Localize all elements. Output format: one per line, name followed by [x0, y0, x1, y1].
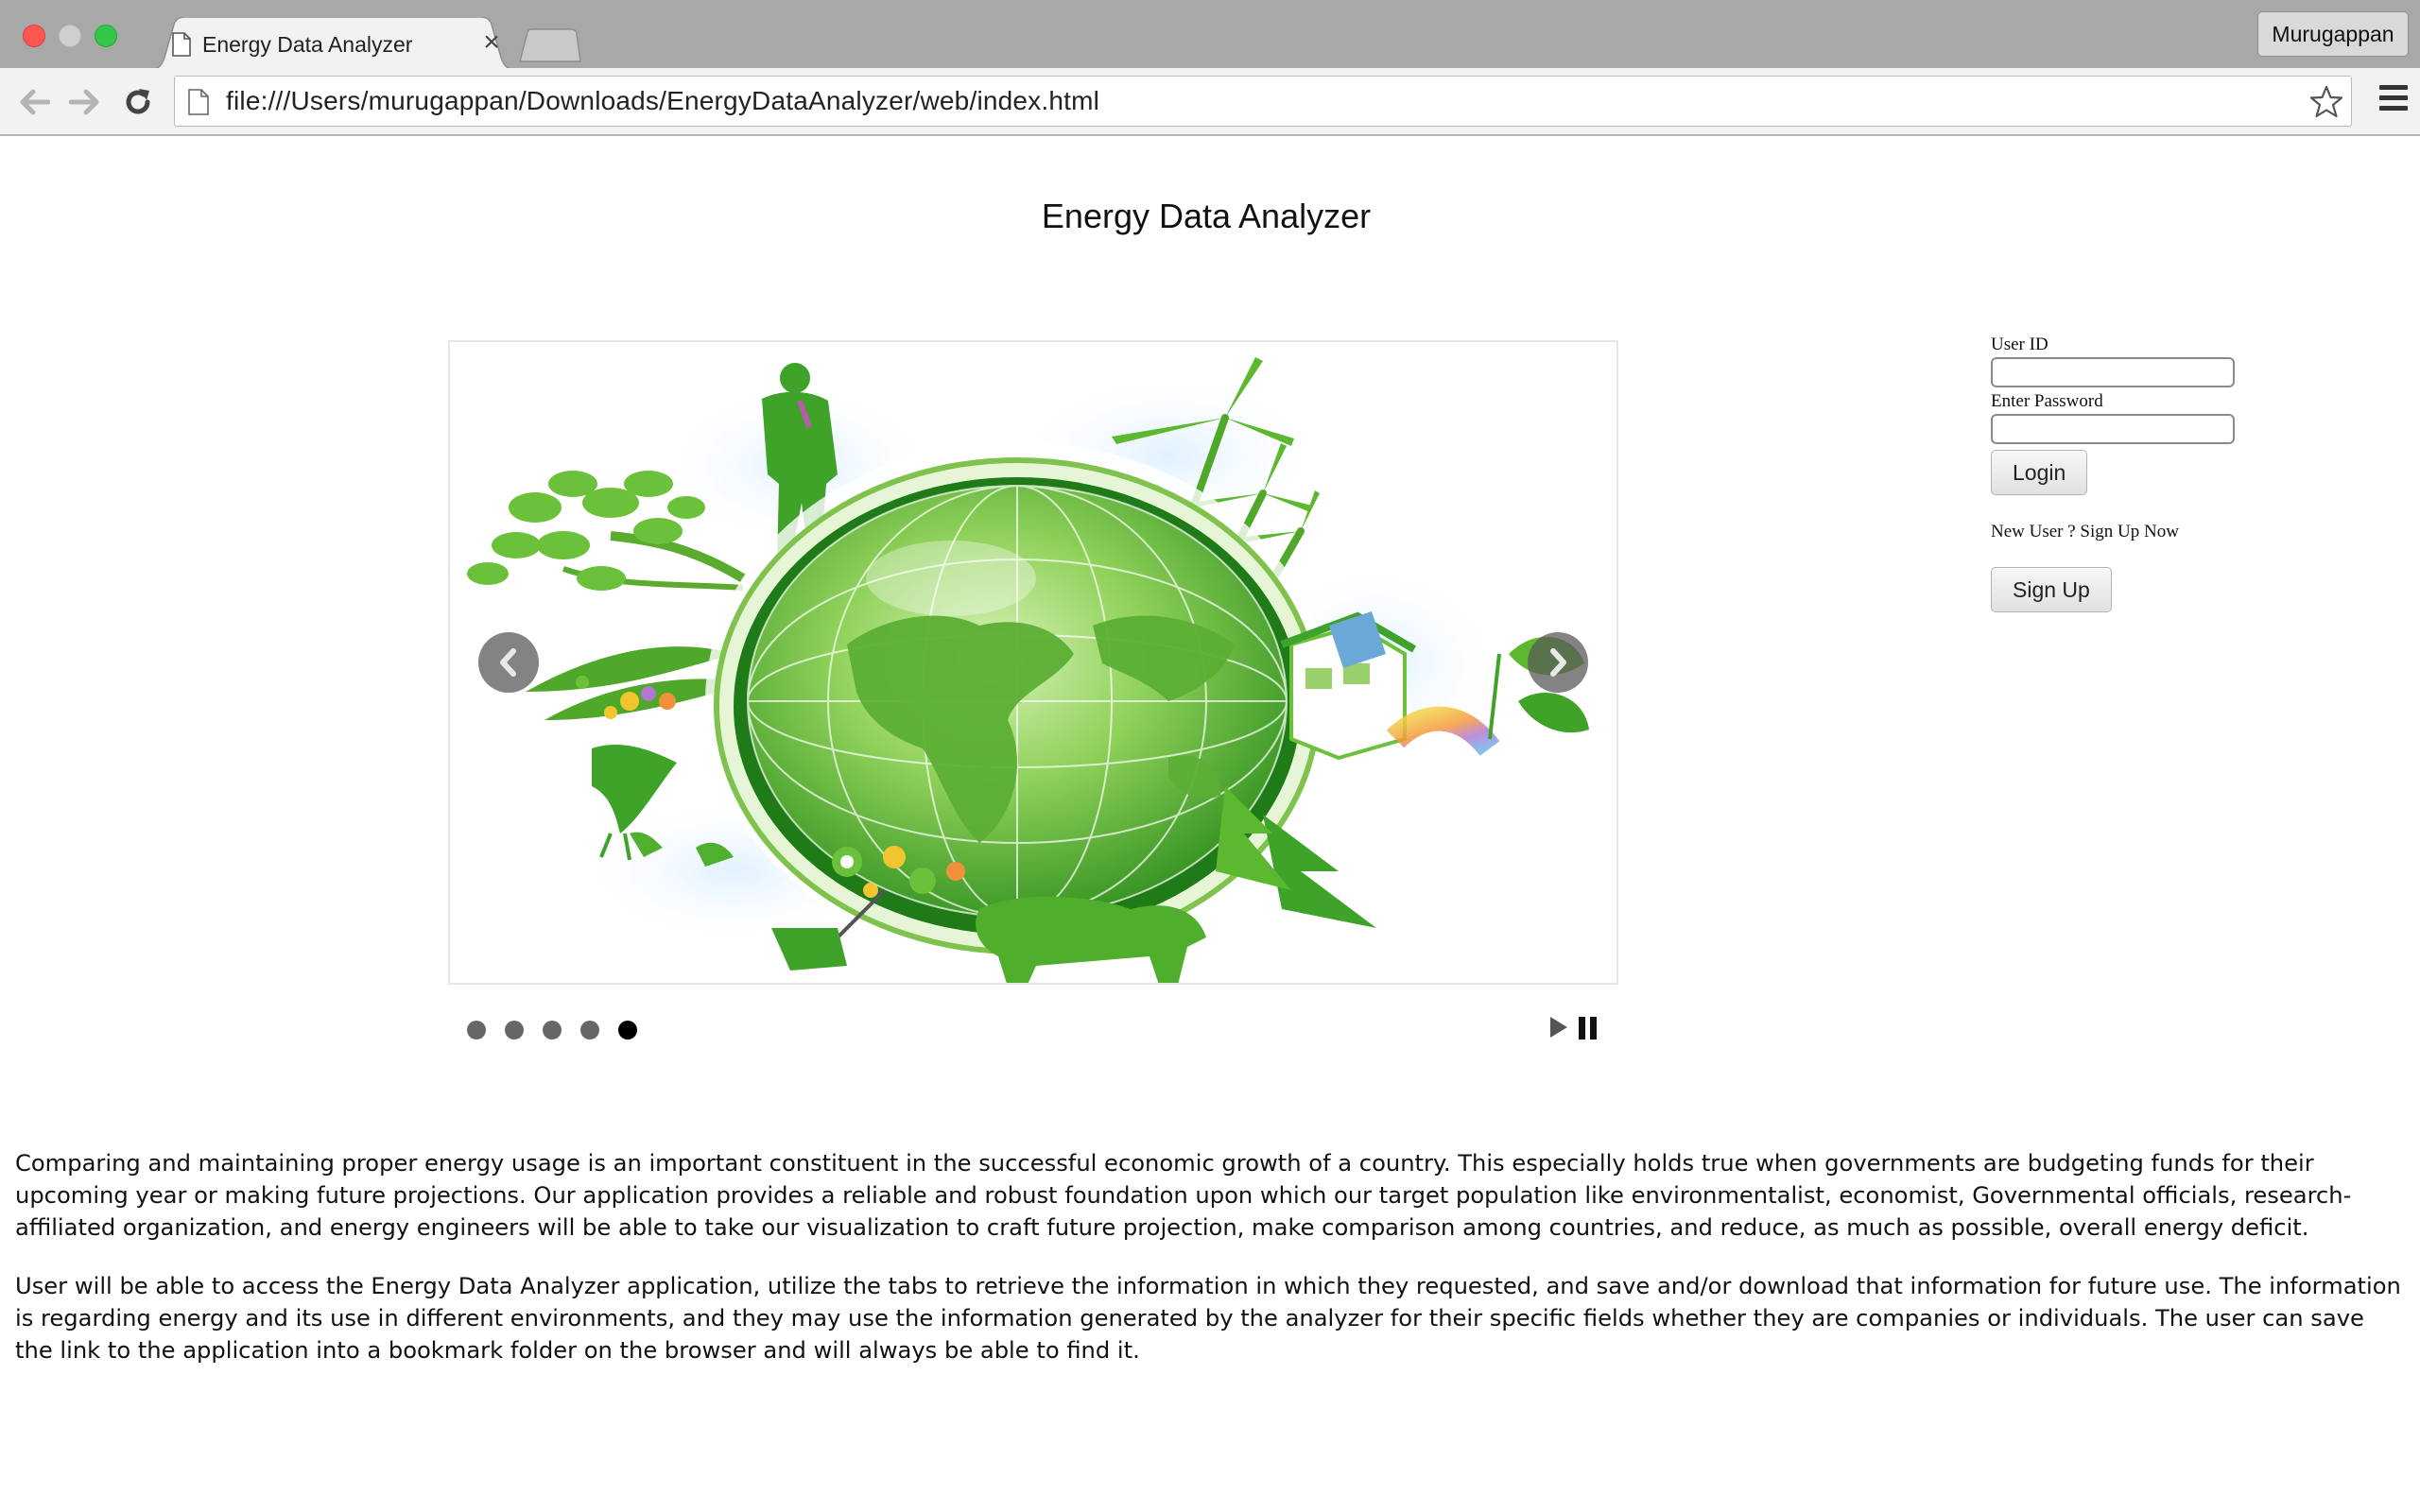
green-earth-illustration [467, 357, 1589, 983]
browser-titlebar: Energy Data Analyzer × Murugappan [0, 0, 2420, 70]
carousel-indicators [467, 1021, 637, 1043]
minimize-window-button[interactable] [59, 25, 81, 47]
carousel-dot[interactable] [580, 1021, 599, 1040]
carousel-prev-button[interactable] [478, 632, 539, 693]
user-id-label: User ID [1991, 335, 2048, 354]
browser-toolbar: file:///Users/murugappan/Downloads/Energ… [0, 68, 2420, 136]
password-input[interactable] [1991, 414, 2235, 444]
forward-arrow-icon [69, 89, 99, 115]
play-icon[interactable] [1548, 1015, 1569, 1040]
carousel-dot-active[interactable] [618, 1021, 637, 1040]
forward-button[interactable] [64, 81, 106, 123]
login-button[interactable]: Login [1991, 450, 2088, 495]
reload-icon [126, 89, 150, 114]
chevron-left-icon [500, 648, 516, 677]
tab-title: Energy Data Analyzer [202, 32, 413, 57]
url-text[interactable]: file:///Users/murugappan/Downloads/Energ… [226, 86, 1099, 116]
signup-prompt: New User ? Sign Up Now [1991, 522, 2179, 541]
back-arrow-icon [20, 89, 50, 115]
browser-tab-active[interactable]: Energy Data Analyzer × [147, 17, 518, 70]
carousel-dot[interactable] [467, 1021, 486, 1040]
description-paragraph: Comparing and maintaining proper energy … [15, 1150, 2352, 1241]
bookmark-star-icon[interactable] [2309, 85, 2343, 119]
reload-button[interactable] [117, 81, 159, 123]
page-title: Energy Data Analyzer [1041, 197, 1372, 235]
zoom-window-button[interactable] [95, 25, 117, 47]
address-bar[interactable]: file:///Users/murugappan/Downloads/Energ… [174, 76, 2352, 127]
password-label: Enter Password [1991, 391, 2103, 411]
profile-button[interactable]: Murugappan [2257, 11, 2409, 57]
chevron-right-icon [1550, 648, 1566, 677]
page-icon [172, 32, 191, 57]
image-carousel[interactable] [448, 340, 1618, 985]
pause-icon[interactable] [1579, 1017, 1598, 1040]
user-id-input[interactable] [1991, 357, 2235, 387]
carousel-dot[interactable] [543, 1021, 562, 1040]
description: Comparing and maintaining proper energy … [15, 1147, 2407, 1393]
description-paragraph: User will be able to access the Energy D… [15, 1273, 2401, 1364]
signup-button[interactable]: Sign Up [1991, 567, 2112, 612]
page-icon [188, 89, 209, 115]
carousel-next-button[interactable] [1528, 632, 1588, 693]
back-button[interactable] [13, 81, 55, 123]
close-window-button[interactable] [23, 25, 45, 47]
carousel-dot[interactable] [505, 1021, 524, 1040]
login-form: User ID Enter Password Login New User ? … [1991, 335, 2274, 612]
new-tab-button[interactable] [518, 28, 582, 62]
tab-close-icon[interactable]: × [480, 28, 503, 57]
browser-menu-button[interactable] [2375, 85, 2412, 119]
